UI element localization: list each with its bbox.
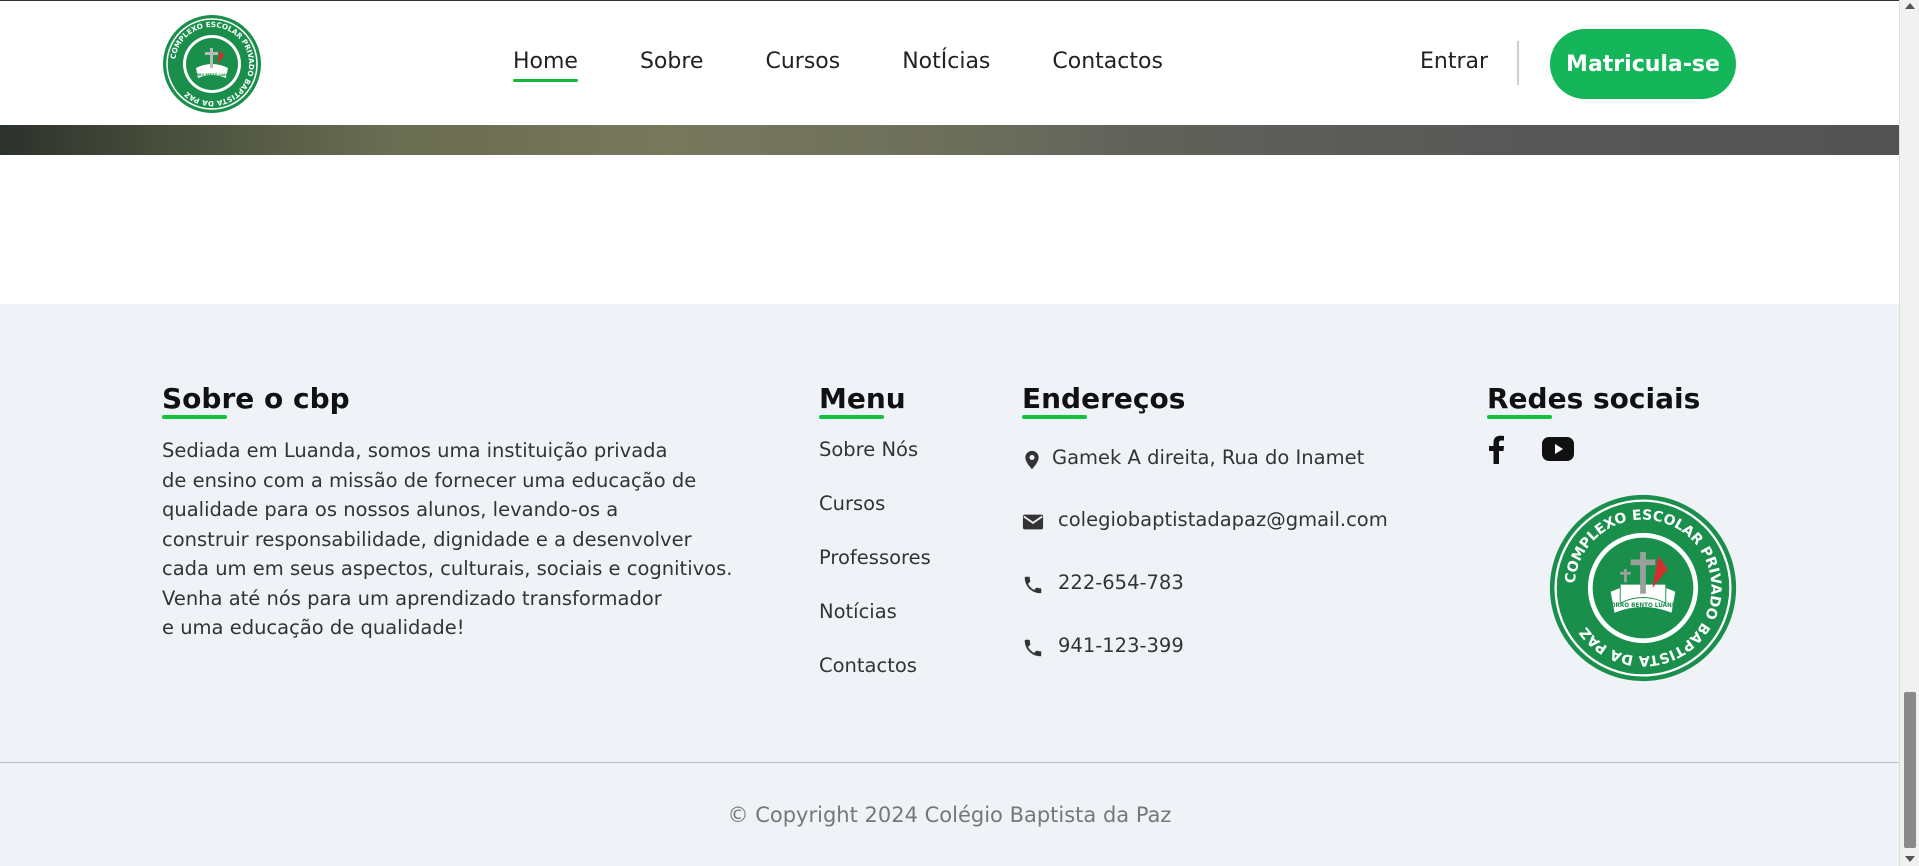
nav-noticias[interactable]: NotÍcias	[902, 49, 990, 80]
phone-text[interactable]: 941-123-399	[1058, 634, 1184, 657]
login-link[interactable]: Entrar	[1420, 49, 1488, 74]
about-line: cada um em seus aspectos, culturais, soc…	[162, 557, 733, 580]
footer-menu-professores[interactable]: Professores	[819, 543, 931, 597]
scroll-up-arrow-icon[interactable]	[1905, 3, 1915, 9]
about-line: Venha até nós para um aprendizado transf…	[162, 586, 662, 610]
scroll-down-arrow-icon[interactable]	[1905, 856, 1915, 862]
about-line: e uma educação de qualidade!	[162, 616, 465, 639]
envelope-icon	[1022, 514, 1044, 530]
phone-text[interactable]: 222-654-783	[1058, 571, 1184, 594]
main-nav: Home Sobre Cursos NotÍcias Contactos	[513, 49, 1225, 82]
about-line: construir responsabilidade, dignidade e …	[162, 527, 692, 551]
footer-divider	[0, 762, 1899, 763]
page-scrollbar[interactable]	[1899, 0, 1919, 866]
facebook-icon	[1489, 435, 1504, 464]
about-line: de ensino com a missão de fornecer uma e…	[162, 468, 697, 492]
youtube-link[interactable]	[1542, 437, 1574, 465]
about-text: Sediada em Luanda, somos uma instituição…	[162, 436, 762, 643]
header-divider	[1517, 41, 1519, 85]
page-viewport: COMPLEXO ESCOLAR PRIVADO BAPTISTA DA PAZ…	[0, 0, 1899, 866]
menu-title: Menu	[819, 382, 906, 419]
scrollbar-thumb[interactable]	[1904, 692, 1916, 848]
email-text[interactable]: colegiobaptistadapaz@gmail.com	[1058, 508, 1388, 531]
phone-icon	[1024, 576, 1042, 594]
footer-menu-cursos[interactable]: Cursos	[819, 489, 931, 543]
footer-menu-noticias[interactable]: Notícias	[819, 597, 931, 651]
nav-cursos[interactable]: Cursos	[765, 49, 840, 80]
copyright-text: © Copyright 2024 Colégio Baptista da Paz	[727, 803, 1172, 827]
addresses-title: Endereços	[1022, 382, 1186, 419]
youtube-icon	[1542, 437, 1574, 461]
enroll-button[interactable]: Matricula-se	[1550, 29, 1736, 99]
footer-menu: Sobre Nós Cursos Professores Notícias Co…	[819, 435, 931, 705]
footer-menu-contactos[interactable]: Contactos	[819, 651, 931, 705]
nav-contactos[interactable]: Contactos	[1052, 49, 1163, 80]
map-pin-icon	[1025, 450, 1039, 470]
svg-text:MORRO BENTO LUANDA: MORRO BENTO LUANDA	[1605, 603, 1681, 609]
address-text: Gamek A direita, Rua do Inamet	[1052, 446, 1365, 469]
facebook-link[interactable]	[1487, 434, 1505, 468]
footer-school-seal: COMPLEXO ESCOLAR PRIVADO BAPTISTA DA PAZ…	[1548, 493, 1738, 683]
about-line: Sediada em Luanda, somos uma instituição…	[162, 439, 668, 462]
about-title: Sobre o cbp	[162, 382, 350, 419]
social-title: Redes sociais	[1487, 382, 1701, 419]
nav-home[interactable]: Home	[513, 49, 578, 82]
svg-text:MORRO BENTO LUANDA: MORRO BENTO LUANDA	[191, 73, 234, 77]
site-header: COMPLEXO ESCOLAR PRIVADO BAPTISTA DA PAZ…	[0, 0, 1899, 125]
nav-sobre[interactable]: Sobre	[640, 49, 704, 80]
school-seal-icon: COMPLEXO ESCOLAR PRIVADO BAPTISTA DA PAZ…	[1549, 494, 1737, 682]
hero-image-bottom	[0, 125, 1899, 155]
school-logo[interactable]: COMPLEXO ESCOLAR PRIVADO BAPTISTA DA PAZ…	[162, 14, 262, 114]
school-seal-icon: COMPLEXO ESCOLAR PRIVADO BAPTISTA DA PAZ…	[163, 15, 261, 113]
footer-menu-sobre-nos[interactable]: Sobre Nós	[819, 435, 931, 489]
phone-icon	[1024, 639, 1042, 657]
about-line: qualidade para os nossos alunos, levando…	[162, 498, 619, 521]
